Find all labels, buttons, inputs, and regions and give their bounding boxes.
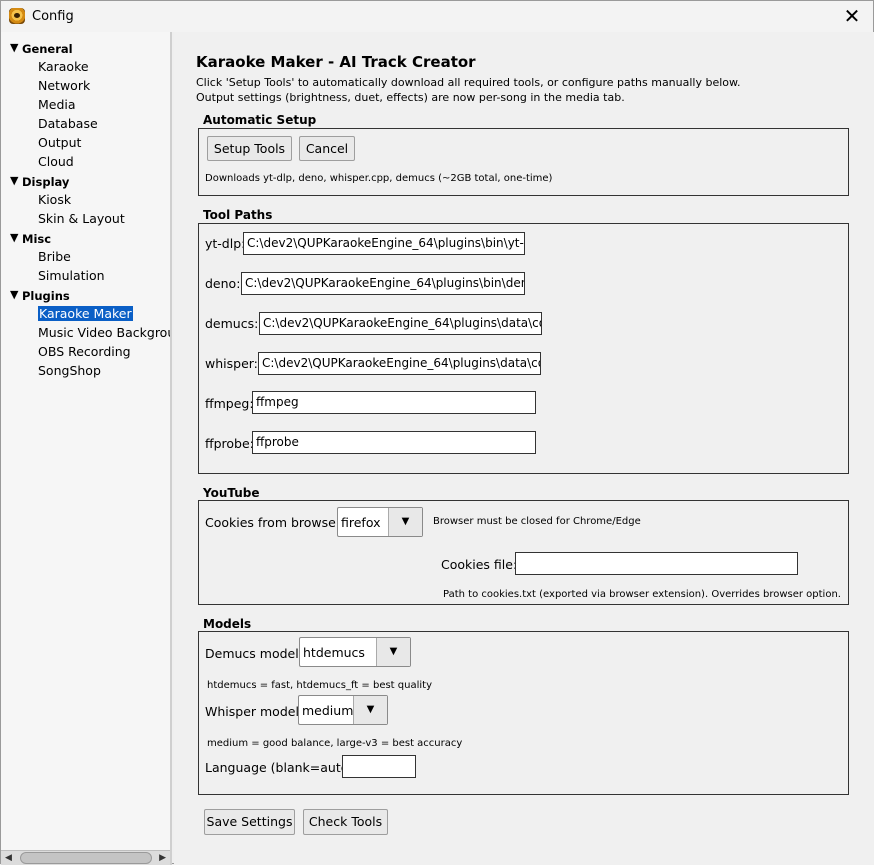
whisper-label: whisper:: [205, 356, 258, 371]
tree-item-label: Media: [38, 97, 76, 112]
tree-item-label: Output: [38, 135, 82, 150]
deno-path-input[interactable]: C:\dev2\QUPKaraokeEngine_64\plugins\bin\…: [241, 272, 525, 295]
tree-item-skin-layout[interactable]: Skin & Layout: [1, 209, 170, 228]
whisper-model-select[interactable]: medium ▼: [298, 695, 388, 725]
description-line-1: Click 'Setup Tools' to automatically dow…: [196, 76, 741, 89]
tree-item-label: Karaoke Maker: [38, 306, 133, 321]
demucs-model-note: htdemucs = fast, htdemucs_ft = best qual…: [207, 680, 432, 691]
expand-icon[interactable]: ▼: [10, 288, 18, 301]
youtube-panel: Cookies from browser: firefox ▼ Browser …: [198, 500, 849, 605]
expand-icon[interactable]: ▼: [10, 174, 18, 187]
tree-item-label: SongShop: [38, 363, 101, 378]
whisper-model-label: Whisper model:: [205, 704, 304, 719]
tree-item-kiosk[interactable]: Kiosk: [1, 190, 170, 209]
tree-item-media[interactable]: Media: [1, 95, 170, 114]
ffmpeg-path-input[interactable]: ffmpeg: [252, 391, 536, 414]
tree-item-label: Skin & Layout: [38, 211, 125, 226]
horizontal-scrollbar[interactable]: ◀ ▶: [1, 850, 170, 865]
scroll-right-icon[interactable]: ▶: [159, 853, 166, 863]
tree-item-songshop[interactable]: SongShop: [1, 361, 170, 380]
cookies-file-label: Cookies file:: [441, 557, 518, 572]
tree-item-cloud[interactable]: Cloud: [1, 152, 170, 171]
check-tools-button[interactable]: Check Tools: [303, 809, 388, 835]
section-title-models: Models: [203, 617, 252, 631]
tree-item-simulation[interactable]: Simulation: [1, 266, 170, 285]
whisper-model-note: medium = good balance, large-v3 = best a…: [207, 738, 463, 749]
tree-item-label: OBS Recording: [38, 344, 131, 359]
page-title: Karaoke Maker - AI Track Creator: [196, 53, 476, 71]
config-window: Config ✕ ▼ General Karaoke Network Media…: [0, 0, 874, 865]
tool-paths-panel: yt-dlp: C:\dev2\QUPKaraokeEngine_64\plug…: [198, 223, 849, 474]
ytdlp-path-input[interactable]: C:\dev2\QUPKaraokeEngine_64\plugins\bin\…: [243, 232, 525, 255]
automatic-setup-panel: Setup Tools Cancel Downloads yt-dlp, den…: [198, 128, 849, 196]
section-title-tool-paths: Tool Paths: [203, 208, 273, 222]
demucs-model-value: htdemucs: [303, 645, 365, 660]
settings-panel: Karaoke Maker - AI Track Creator Click '…: [174, 32, 874, 865]
cookies-file-note: Path to cookies.txt (exported via browse…: [443, 589, 841, 600]
whisper-path-input[interactable]: C:\dev2\QUPKaraokeEngine_64\plugins\data…: [258, 352, 541, 375]
scrollbar-thumb[interactable]: [20, 852, 152, 864]
tree-item-obs-recording[interactable]: OBS Recording: [1, 342, 170, 361]
demucs-label: demucs:: [205, 316, 259, 331]
sidebar-tree: ▼ General Karaoke Network Media Database…: [1, 32, 172, 865]
expand-icon[interactable]: ▼: [10, 41, 18, 54]
tree-item-label: Database: [38, 116, 98, 131]
scroll-left-icon[interactable]: ◀: [5, 853, 12, 863]
demucs-model-select[interactable]: htdemucs ▼: [299, 637, 411, 667]
language-label: Language (blank=auto):: [205, 760, 358, 775]
browser-note: Browser must be closed for Chrome/Edge: [433, 516, 641, 527]
models-panel: Demucs model: htdemucs ▼ htdemucs = fast…: [198, 631, 849, 795]
tree-group-display[interactable]: ▼ Display: [1, 171, 170, 190]
tree-item-label: Kiosk: [38, 192, 72, 207]
tree-item-label: Music Video Background: [38, 325, 170, 340]
setup-tools-button[interactable]: Setup Tools: [207, 136, 292, 161]
tree-item-music-video-background[interactable]: Music Video Background: [1, 323, 170, 342]
chevron-down-icon[interactable]: ▼: [388, 508, 422, 536]
browser-select-value: firefox: [341, 515, 381, 530]
description-line-2: Output settings (brightness, duet, effec…: [196, 91, 625, 104]
chevron-down-icon[interactable]: ▼: [353, 696, 387, 724]
save-settings-button[interactable]: Save Settings: [204, 809, 295, 835]
tree-item-label: Bribe: [38, 249, 71, 264]
ffprobe-path-input[interactable]: ffprobe: [252, 431, 536, 454]
tree-group-label: Misc: [22, 232, 52, 246]
cookies-browser-label: Cookies from browser:: [205, 515, 345, 530]
tree-group-label: General: [22, 42, 73, 56]
demucs-model-label: Demucs model:: [205, 646, 303, 661]
tree-group-label: Display: [22, 175, 70, 189]
section-title-youtube: YouTube: [203, 486, 260, 500]
tree-item-network[interactable]: Network: [1, 76, 170, 95]
setup-note: Downloads yt-dlp, deno, whisper.cpp, dem…: [205, 173, 553, 184]
language-input[interactable]: [342, 755, 416, 778]
tree-item-bribe[interactable]: Bribe: [1, 247, 170, 266]
tree-item-label: Simulation: [38, 268, 105, 283]
tree-item-output[interactable]: Output: [1, 133, 170, 152]
cancel-button[interactable]: Cancel: [299, 136, 355, 161]
expand-icon[interactable]: ▼: [10, 231, 18, 244]
chevron-down-icon[interactable]: ▼: [376, 638, 410, 666]
ffprobe-label: ffprobe:: [205, 436, 254, 451]
ytdlp-label: yt-dlp:: [205, 236, 246, 251]
deno-label: deno:: [205, 276, 241, 291]
tree-item-label: Cloud: [38, 154, 74, 169]
tree-item-karaoke[interactable]: Karaoke: [1, 57, 170, 76]
tree-item-label: Network: [38, 78, 91, 93]
tree-group-plugins[interactable]: ▼ Plugins: [1, 285, 170, 304]
tree-group-general[interactable]: ▼ General: [1, 38, 170, 57]
window-title: Config: [32, 9, 74, 24]
tree-group-misc[interactable]: ▼ Misc: [1, 228, 170, 247]
demucs-path-input[interactable]: C:\dev2\QUPKaraokeEngine_64\plugins\data…: [259, 312, 542, 335]
browser-select[interactable]: firefox ▼: [337, 507, 423, 537]
app-icon: [9, 8, 25, 24]
tree-item-karaoke-maker[interactable]: Karaoke Maker: [1, 304, 170, 323]
close-icon[interactable]: ✕: [840, 4, 864, 28]
title-bar: Config ✕: [1, 1, 873, 32]
section-title-automatic-setup: Automatic Setup: [203, 113, 317, 127]
ffmpeg-label: ffmpeg:: [205, 396, 254, 411]
tree-item-label: Karaoke: [38, 59, 89, 74]
cookies-file-input[interactable]: [515, 552, 798, 575]
whisper-model-value: medium: [302, 703, 354, 718]
tree-group-label: Plugins: [22, 289, 70, 303]
tree-item-database[interactable]: Database: [1, 114, 170, 133]
